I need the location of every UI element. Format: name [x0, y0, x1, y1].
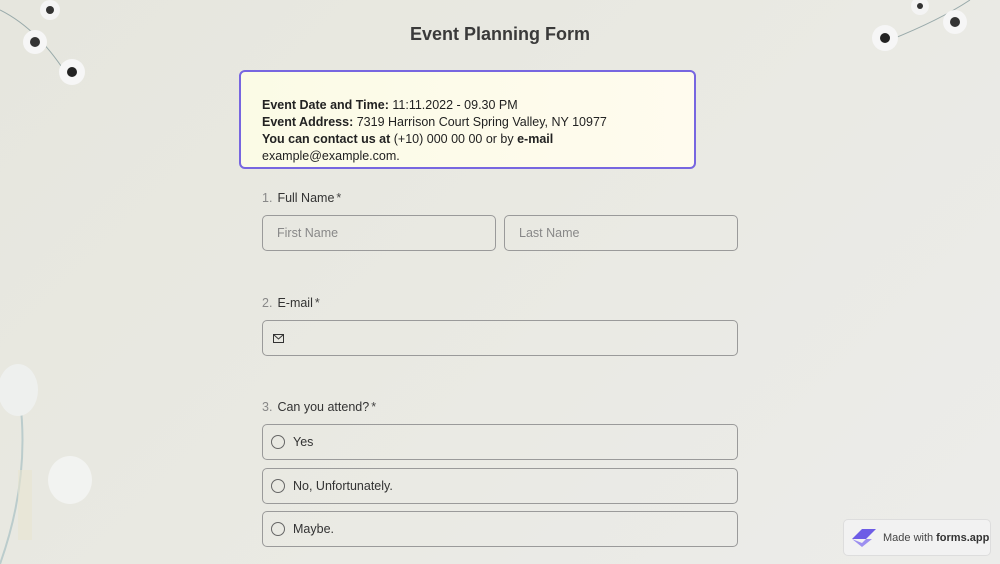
question-number: 2. [262, 296, 273, 310]
required-mark: * [371, 400, 377, 414]
envelope-icon [273, 333, 284, 343]
event-info-box: Event Date and Time: 11:11.2022 - 09.30 … [239, 70, 696, 169]
event-date-line: Event Date and Time: 11:11.2022 - 09.30 … [262, 97, 673, 114]
event-address-line: Event Address: 7319 Harrison Court Sprin… [262, 114, 673, 131]
radio-option-no[interactable]: No, Unfortunately. [262, 468, 738, 504]
first-name-placeholder: First Name [277, 226, 339, 240]
contact-line: You can contact us at (+10) 000 00 00 or… [262, 131, 673, 165]
badge-prefix: Made with [883, 531, 934, 544]
form-title: Event Planning Form [409, 24, 591, 44]
event-date-label: Event Date and Time: [262, 98, 389, 112]
contact-email-label: e-mail [517, 132, 554, 146]
question-number: 1. [262, 191, 273, 205]
forms-app-logo-icon [852, 528, 876, 547]
question-full-name-label: 1. Full Name * [262, 191, 341, 205]
made-with-badge[interactable]: Made with forms.app [843, 519, 991, 556]
question-text: Full Name [277, 191, 335, 205]
question-text: Can you attend? [277, 400, 370, 414]
first-name-input[interactable]: First Name [262, 215, 496, 251]
question-attend-label: 3. Can you attend? * [262, 400, 376, 414]
flower-decoration-bottom-left [0, 364, 92, 564]
radio-option-maybe[interactable]: Maybe. [262, 511, 738, 547]
email-input[interactable] [262, 320, 738, 356]
radio-option-label: Maybe. [293, 522, 334, 536]
badge-brand: forms.app [936, 531, 990, 544]
event-date-value: 11:11.2022 - 09.30 PM [388, 98, 518, 112]
radio-option-label: Yes [293, 435, 314, 449]
radio-circle[interactable] [271, 435, 285, 449]
radio-option-label: No, Unfortunately. [293, 479, 393, 493]
question-email-label: 2. E-mail * [262, 296, 320, 310]
event-address-label: Event Address: [262, 115, 354, 129]
contact-phone: (+10) 000 00 00 or by [390, 132, 518, 146]
event-address-value: 7319 Harrison Court Spring Valley, NY 10… [353, 115, 607, 129]
flower-decoration-top-left [0, 0, 85, 85]
required-mark: * [336, 191, 342, 205]
contact-label: You can contact us at [262, 132, 391, 146]
contact-email: example@example.com. [262, 149, 400, 163]
radio-option-yes[interactable]: Yes [262, 424, 738, 460]
last-name-placeholder: Last Name [519, 226, 580, 240]
question-text: E-mail [277, 296, 313, 310]
question-number: 3. [262, 400, 273, 414]
radio-circle[interactable] [271, 522, 285, 536]
last-name-input[interactable]: Last Name [504, 215, 738, 251]
required-mark: * [314, 296, 320, 310]
radio-circle[interactable] [271, 479, 285, 493]
